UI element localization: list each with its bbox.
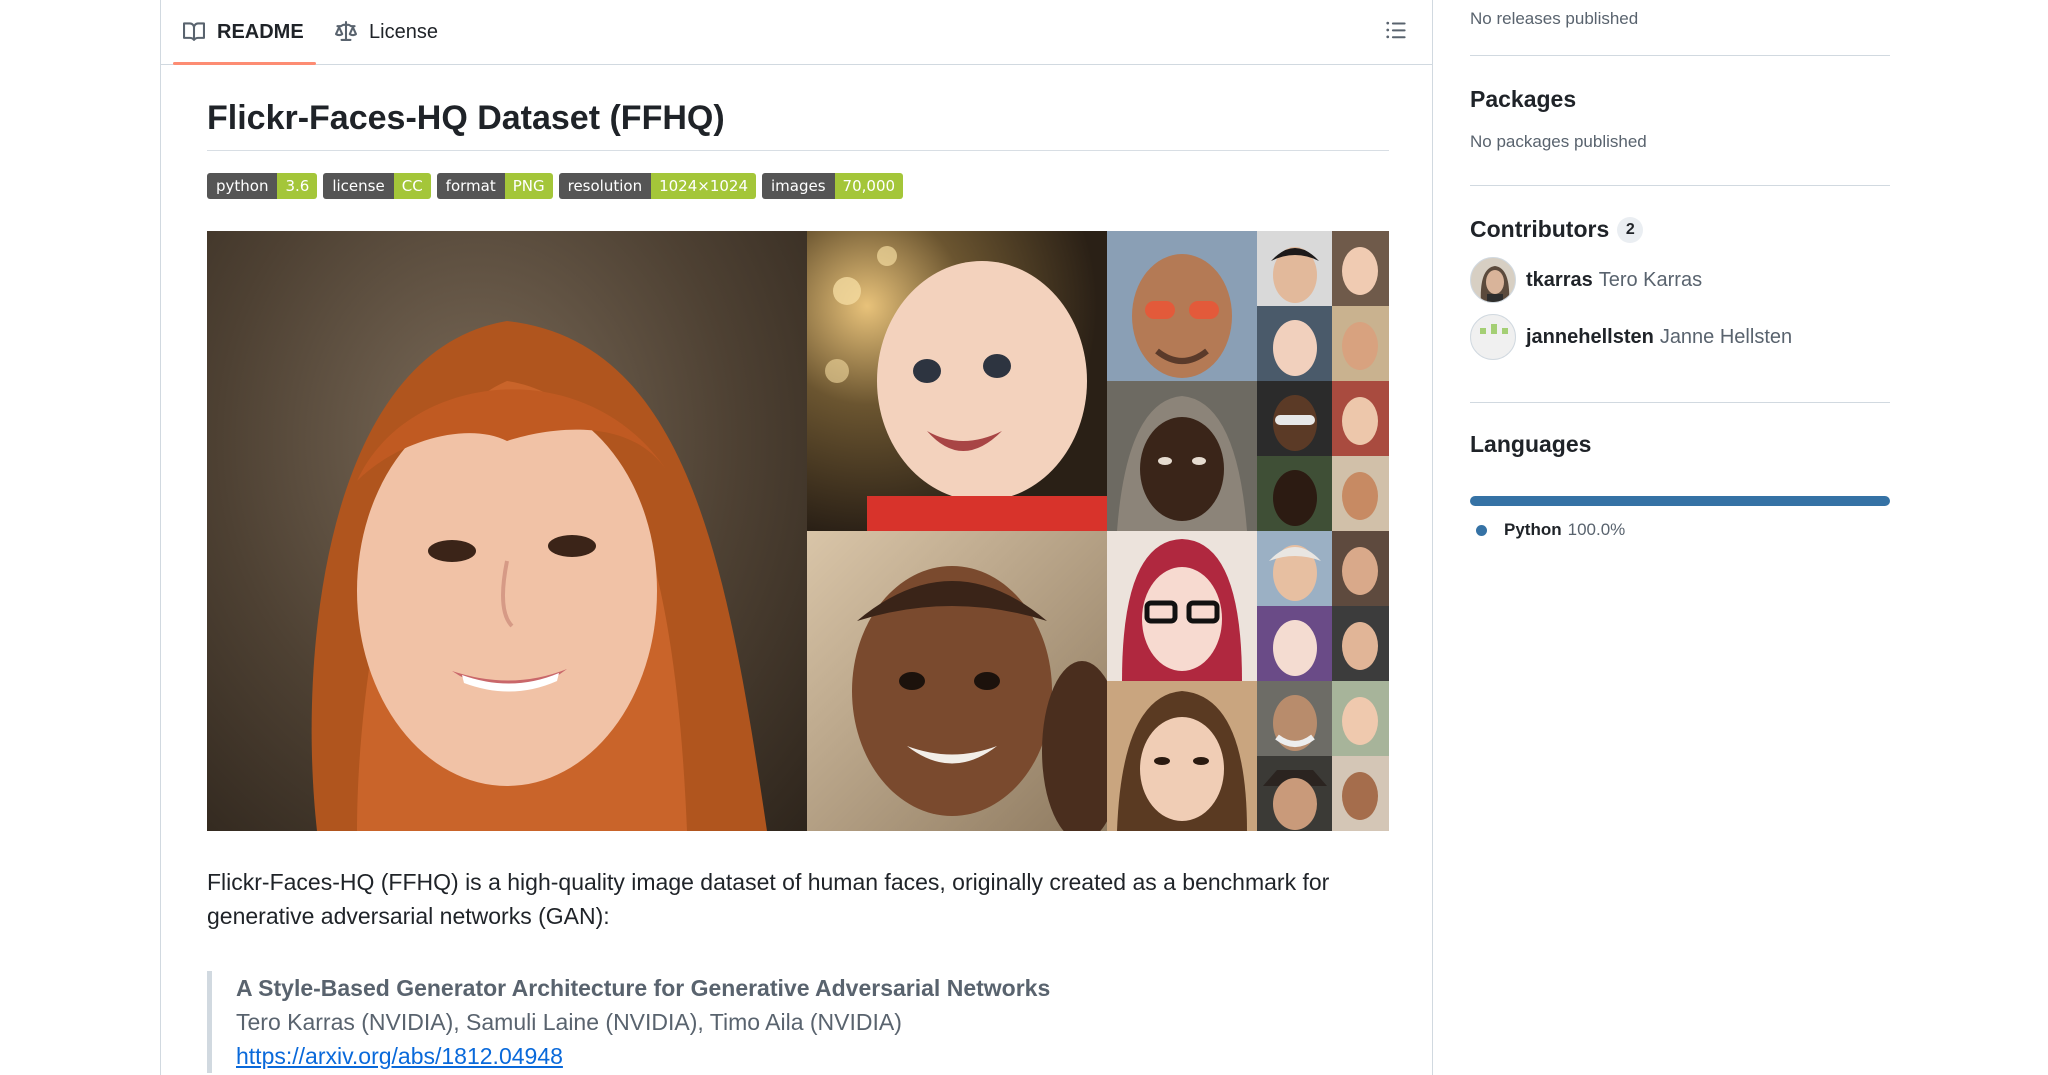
tab-readme[interactable]: README: [173, 0, 316, 65]
face-small: [1332, 681, 1389, 756]
language-bar: [1470, 496, 1890, 506]
contributor-item[interactable]: tkarras Tero Karras: [1470, 257, 1890, 303]
badge-value: 70,000: [834, 173, 904, 199]
tab-readme-label: README: [217, 20, 304, 43]
law-icon: [335, 21, 357, 43]
face-boy: [807, 531, 1107, 831]
language-percent: 100.0%: [1567, 520, 1626, 539]
badge-license[interactable]: license CC: [323, 173, 431, 199]
contributor-item[interactable]: jannehellsten Janne Hellsten: [1470, 314, 1890, 360]
badge-value: 3.6: [277, 173, 318, 199]
face-small: [1257, 606, 1332, 681]
face-redhair-glasses: [1107, 531, 1257, 681]
face-small: [1257, 306, 1332, 381]
paper-title: A Style-Based Generator Architecture for…: [236, 975, 1051, 1001]
face-elder-headscarf: [1107, 381, 1257, 531]
list-unordered-icon: [1385, 19, 1407, 46]
releases-empty-text: No releases published: [1470, 9, 1639, 28]
badge-resolution[interactable]: resolution 1024×1024: [558, 173, 756, 199]
face-small: [1257, 381, 1332, 456]
face-small: [1332, 756, 1389, 831]
face-small: [1332, 606, 1389, 681]
readme-intro: Flickr-Faces-HQ (FFHQ) is a high-quality…: [207, 869, 1330, 929]
tab-license-label: License: [369, 20, 438, 43]
badge-images[interactable]: images 70,000: [762, 173, 904, 199]
repo-sidebar: No releases published Packages No packag…: [1470, 0, 1890, 540]
readme-content: Flickr-Faces-HQ Dataset (FFHQ) python 3.…: [207, 64, 1389, 1073]
face-baby: [807, 231, 1107, 531]
badge-value: CC: [393, 173, 431, 199]
face-small: [1332, 381, 1389, 456]
badge-label: format: [436, 173, 505, 199]
contributors-section: Contributors 2 tkarras Tero Karras janneh…: [1470, 186, 1890, 403]
badge-value: 1024×1024: [651, 173, 756, 199]
face-small: [1332, 456, 1389, 531]
language-name: Python: [1504, 520, 1562, 539]
face-woman-hand: [1107, 681, 1257, 831]
face-man-sunglasses: [1107, 231, 1257, 381]
face-small: [1257, 456, 1332, 531]
badge-label: resolution: [558, 173, 652, 199]
contributors-count-badge: 2: [1617, 217, 1644, 243]
face-small: [1257, 231, 1332, 306]
badge-value: PNG: [504, 173, 553, 199]
book-icon: [183, 21, 205, 43]
face-small: [1332, 231, 1389, 306]
contributor-name: Tero Karras: [1598, 268, 1703, 291]
contributors-title-label: Contributors: [1470, 216, 1610, 242]
avatar[interactable]: [1470, 257, 1516, 303]
packages-title[interactable]: Packages: [1470, 56, 1890, 113]
contributors-title[interactable]: Contributors 2: [1470, 186, 1890, 243]
tab-license[interactable]: License: [335, 0, 438, 64]
face-small: [1332, 531, 1389, 606]
face-small: [1257, 756, 1332, 831]
contributor-login[interactable]: jannehellsten: [1526, 326, 1654, 349]
language-item[interactable]: Python 100.0%: [1470, 520, 1890, 540]
face-small: [1257, 531, 1332, 606]
languages-section: Languages Python 100.0%: [1470, 403, 1890, 540]
badge-format[interactable]: format PNG: [436, 173, 553, 199]
readme-panel: README License Flickr-Faces-HQ Dataset (…: [160, 0, 1433, 1075]
outline-button[interactable]: [1382, 18, 1410, 46]
paper-citation: A Style-Based Generator Architecture for…: [207, 971, 1389, 1073]
packages-section: Packages No packages published: [1470, 56, 1890, 186]
face-small: [1257, 681, 1332, 756]
paper-link[interactable]: https://arxiv.org/abs/1812.04948: [236, 1043, 563, 1069]
badge-label: license: [323, 173, 394, 199]
readme-title: Flickr-Faces-HQ Dataset (FFHQ): [207, 64, 1389, 151]
packages-title-label: Packages: [1470, 86, 1577, 112]
badge-label: images: [762, 173, 835, 199]
badge-row: python 3.6 license CC format PNG resolut…: [207, 173, 1389, 199]
avatar[interactable]: [1470, 314, 1516, 360]
badge-python[interactable]: python 3.6: [207, 173, 318, 199]
paper-authors: Tero Karras (NVIDIA), Samuli Laine (NVID…: [236, 1009, 902, 1035]
contributor-login[interactable]: tkarras: [1526, 269, 1593, 292]
ffhq-teaser-image: [207, 231, 1389, 831]
face-small: [1332, 306, 1389, 381]
face-woman-large: [207, 231, 807, 831]
packages-empty-text: No packages published: [1470, 132, 1647, 151]
contributor-name: Janne Hellsten: [1659, 325, 1793, 348]
readme-tabbar: README License: [161, 0, 1432, 65]
languages-title: Languages: [1470, 431, 1592, 457]
releases-section: No releases published: [1470, 0, 1890, 56]
language-color-dot: [1476, 524, 1487, 536]
badge-label: python: [207, 173, 278, 199]
